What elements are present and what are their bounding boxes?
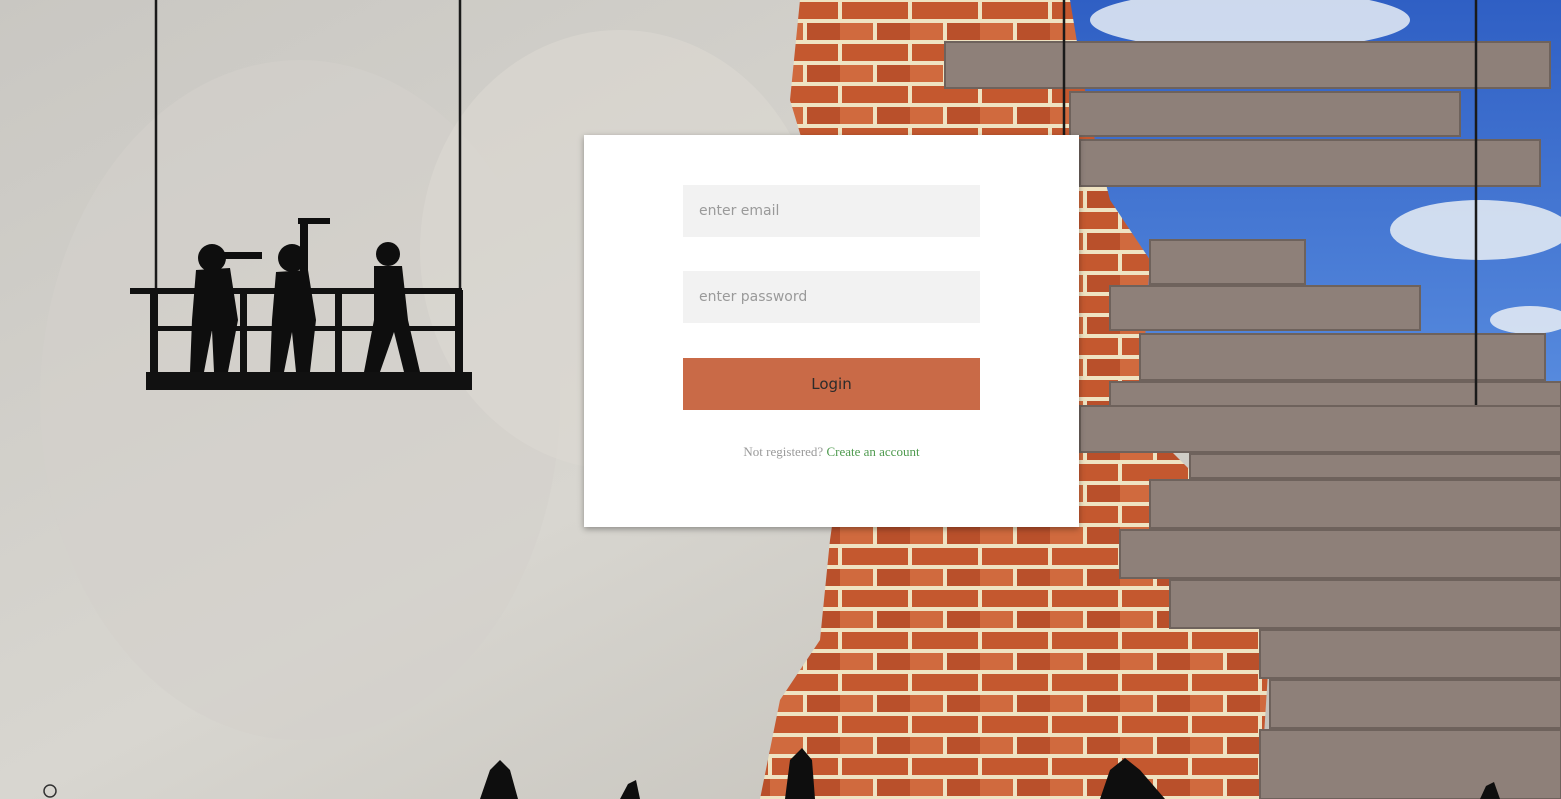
register-message: Not registered? Create an account xyxy=(584,444,1079,460)
login-button[interactable]: Login xyxy=(683,358,980,410)
create-account-link[interactable]: Create an account xyxy=(826,444,919,459)
not-registered-text: Not registered? xyxy=(743,444,824,459)
login-card: Login Not registered? Create an account xyxy=(584,135,1079,527)
password-input[interactable] xyxy=(683,271,980,323)
email-input[interactable] xyxy=(683,185,980,237)
